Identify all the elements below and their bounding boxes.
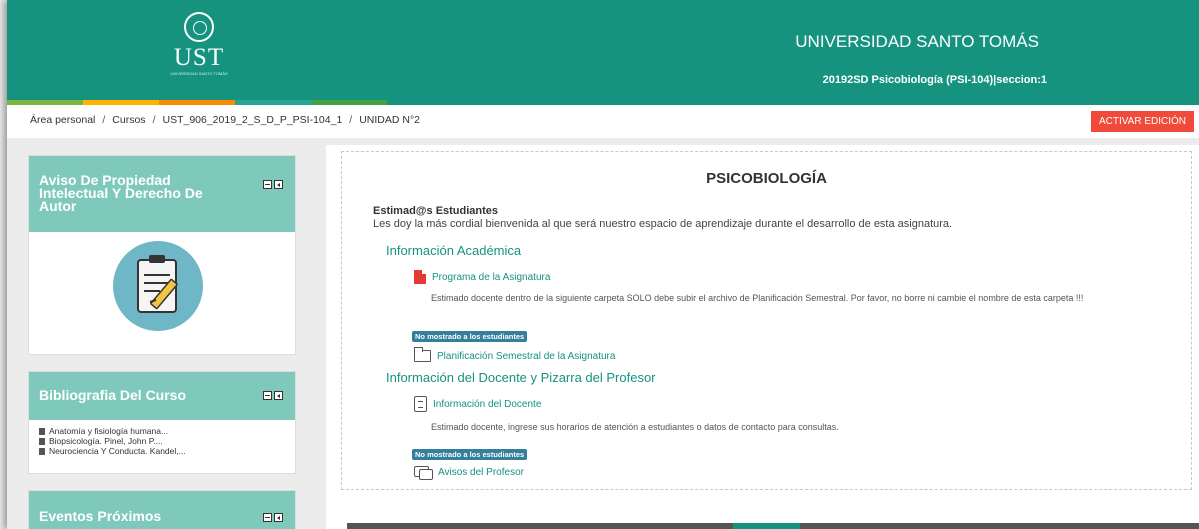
activity-link[interactable]: Información del Docente: [433, 399, 541, 410]
activity-program[interactable]: Programa de la Asignatura: [414, 269, 550, 284]
block-controls: [263, 391, 283, 400]
activity-planning-folder[interactable]: Planificación Semestral de la Asignatura: [414, 347, 615, 362]
activity-description: Estimado docente dentro de la siguiente …: [431, 293, 1084, 303]
site-header: UST UNIVERSIDAD SANTO TOMÁS UNIVERSIDAD …: [7, 0, 1199, 105]
list-item[interactable]: Neurociencia Y Conducta. Kandel,...: [39, 446, 285, 456]
section-navigation-active[interactable]: [733, 523, 800, 529]
block-header: Eventos Próximos: [29, 491, 295, 529]
breadcrumb-item-courses[interactable]: Cursos: [112, 114, 145, 126]
folder-icon: [414, 347, 431, 362]
breadcrumb-item-home[interactable]: Área personal: [30, 114, 95, 126]
book-icon: [39, 437, 45, 445]
university-title: UNIVERSIDAD SANTO TOMÁS: [795, 32, 1039, 51]
dock-icon[interactable]: [274, 391, 283, 400]
block-title: Eventos Próximos: [39, 508, 162, 524]
pdf-icon: [414, 269, 427, 284]
block-title: Aviso De Propiedad Intelectual Y Derecho…: [39, 172, 203, 214]
breadcrumb-bar: Área personal / Cursos / UST_906_2019_2_S_D_…: [7, 105, 1199, 138]
activity-link[interactable]: Avisos del Profesor: [438, 467, 524, 478]
breadcrumb-item-course[interactable]: UST_906_2019_2_S_D_P_PSI-104_1: [162, 114, 342, 126]
course-section: PSICOBIOLOGÍA Estimad@s Estudiantes Les …: [341, 151, 1192, 490]
page-icon: [414, 396, 427, 412]
bibliography-list: Anatomía y fisiología humana... Biopsico…: [29, 420, 295, 462]
breadcrumb: Área personal / Cursos / UST_906_2019_2_S_D_…: [30, 114, 420, 126]
logo-subtitle: UNIVERSIDAD SANTO TOMÁS: [170, 71, 228, 76]
block-header: Aviso De Propiedad Intelectual Y Derecho…: [29, 156, 295, 232]
section-navigation-bar: [347, 523, 1199, 529]
activity-description: Estimado docente, ingrese sus horarios d…: [431, 422, 839, 432]
book-icon: [39, 447, 45, 455]
block-upcoming-events: Eventos Próximos: [28, 490, 296, 529]
section-title-teacher: Información del Docente y Pizarra del Pr…: [386, 370, 656, 385]
block-controls: [263, 180, 283, 189]
minimize-icon[interactable]: [263, 391, 272, 400]
logo-text: UST: [173, 44, 225, 71]
seal-icon: [184, 12, 214, 42]
activity-teacher-notices[interactable]: Avisos del Profesor: [414, 466, 524, 480]
dock-icon[interactable]: [274, 180, 283, 189]
activate-editing-button[interactable]: ACTIVAR EDICIÓN: [1090, 111, 1194, 132]
breadcrumb-separator: /: [152, 114, 156, 126]
block-title: Bibliografia Del Curso: [39, 387, 187, 403]
greeting-text: Les doy la más cordial bienvenida al que…: [373, 218, 953, 230]
course-content: PSICOBIOLOGÍA Estimad@s Estudiantes Les …: [326, 145, 1199, 529]
clipboard-illustration: [112, 240, 204, 332]
activity-link[interactable]: Programa de la Asignatura: [432, 272, 550, 283]
dock-icon[interactable]: [274, 513, 283, 522]
minimize-icon[interactable]: [263, 513, 272, 522]
block-bibliography: Bibliografia Del Curso Anatomía y fisiol…: [28, 371, 296, 474]
activity-link[interactable]: Planificación Semestral de la Asignatura: [437, 351, 615, 362]
breadcrumb-separator: /: [102, 114, 106, 126]
page-title: PSICOBIOLOGÍA: [706, 170, 827, 187]
block-controls: [263, 513, 283, 522]
hidden-badge: No mostrado a los estudiantes: [412, 331, 528, 342]
breadcrumb-separator: /: [349, 114, 353, 126]
greeting-heading: Estimad@s Estudiantes: [373, 205, 499, 217]
block-copyright-notice: Aviso De Propiedad Intelectual Y Derecho…: [28, 155, 296, 355]
block-header: Bibliografia Del Curso: [29, 372, 295, 420]
section-title-academic: Información Académica: [386, 243, 522, 258]
university-logo[interactable]: UST UNIVERSIDAD SANTO TOMÁS: [159, 12, 239, 76]
list-item[interactable]: Biopsicología. Pinel, John P....: [39, 436, 285, 446]
course-title: 20192SD Psicobiología (PSI-104)|seccion:…: [822, 74, 1047, 86]
list-item[interactable]: Anatomía y fisiología humana...: [39, 426, 285, 436]
hidden-badge: No mostrado a los estudiantes: [412, 449, 528, 460]
book-icon: [39, 427, 45, 435]
breadcrumb-item-unit[interactable]: UNIDAD N°2: [359, 114, 420, 126]
app-window: UST UNIVERSIDAD SANTO TOMÁS UNIVERSIDAD …: [7, 0, 1199, 529]
minimize-icon[interactable]: [263, 180, 272, 189]
forum-icon: [414, 466, 433, 480]
activity-teacher-info[interactable]: Información del Docente: [414, 396, 541, 412]
